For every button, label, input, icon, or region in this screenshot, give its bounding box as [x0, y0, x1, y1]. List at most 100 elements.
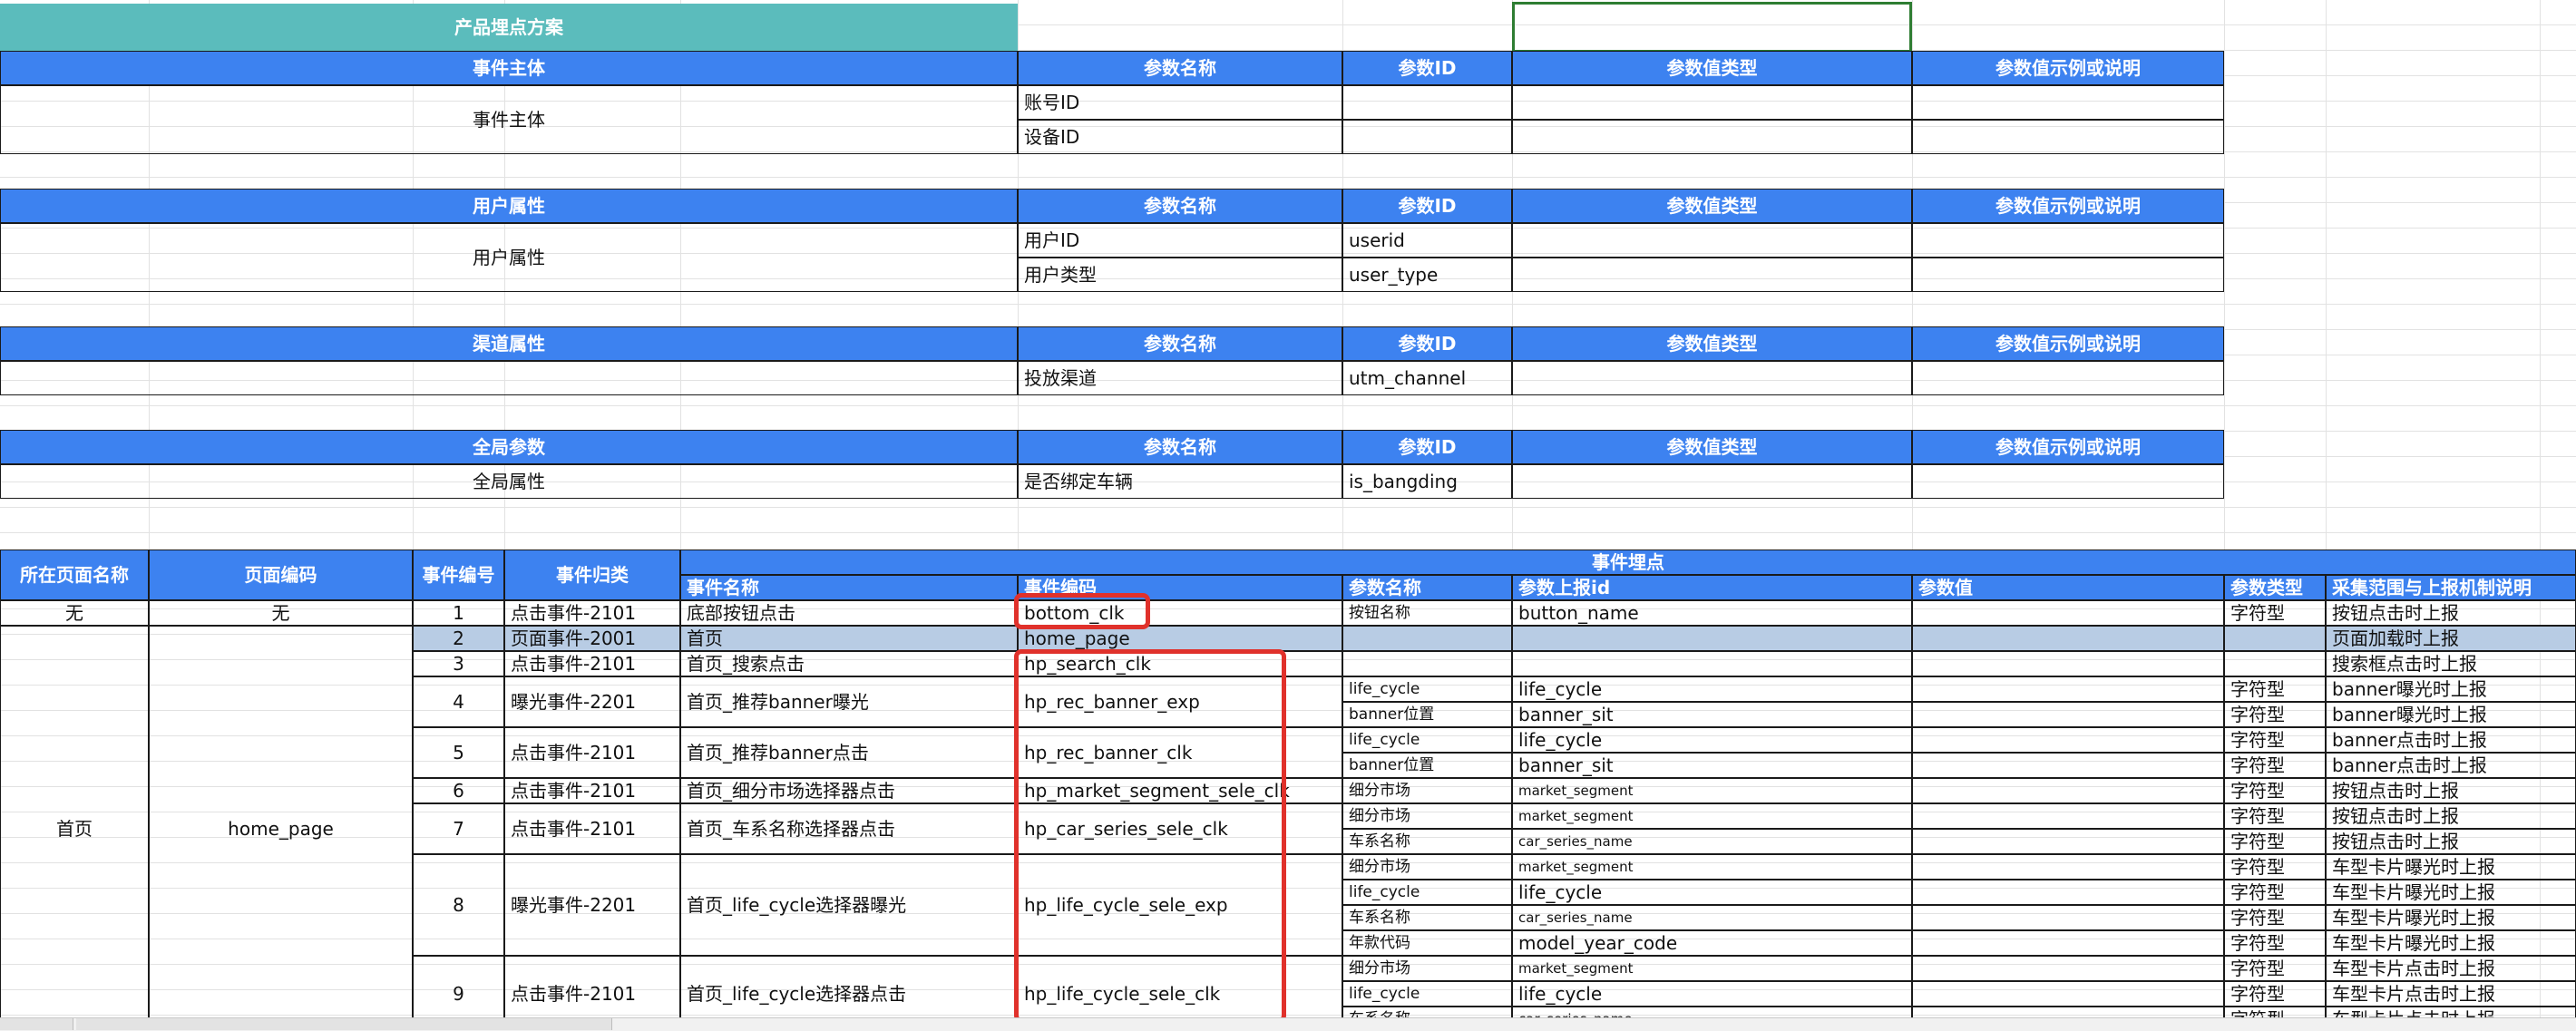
- selected-cell[interactable]: [1512, 2, 1912, 53]
- param-value-cell[interactable]: [1912, 803, 2224, 829]
- section-label[interactable]: 事件主体: [0, 85, 1018, 154]
- param-report-id-cell[interactable]: [1512, 626, 1912, 651]
- param-type-cell[interactable]: 字符型: [2224, 981, 2326, 1007]
- sheet-tab[interactable]: [76, 1018, 612, 1030]
- event-no-cell[interactable]: 1: [413, 600, 504, 626]
- param-type-cell[interactable]: 字符型: [2224, 803, 2326, 829]
- param-name-cell[interactable]: 细分市场: [1342, 956, 1512, 981]
- param-report-id-cell[interactable]: car_series_name: [1512, 905, 1912, 930]
- param-name-cell[interactable]: 车系名称: [1342, 829, 1512, 854]
- param-name-cell[interactable]: life_cycle: [1342, 981, 1512, 1007]
- section-label[interactable]: 全局属性: [0, 464, 1018, 499]
- collect-desc-cell[interactable]: 车型卡片曝光时上报: [2326, 880, 2576, 905]
- param-type-cell[interactable]: 字符型: [2224, 854, 2326, 880]
- param-type-cell[interactable]: [1512, 464, 1912, 499]
- param-report-id-cell[interactable]: market_segment: [1512, 778, 1912, 803]
- param-name-cell[interactable]: 用户ID: [1018, 223, 1342, 258]
- collect-desc-cell[interactable]: 按钮点击时上报: [2326, 803, 2576, 829]
- param-name-cell[interactable]: life_cycle: [1342, 880, 1512, 905]
- param-example-cell[interactable]: [1912, 120, 2224, 154]
- param-name-cell[interactable]: 投放渠道: [1018, 361, 1342, 395]
- param-id-cell[interactable]: [1342, 85, 1512, 120]
- collect-desc-cell[interactable]: 按钮点击时上报: [2326, 600, 2576, 626]
- param-name-cell[interactable]: [1342, 651, 1512, 676]
- section-header-type[interactable]: 参数值类型: [1512, 189, 1912, 223]
- param-value-cell[interactable]: [1912, 956, 2224, 981]
- collect-desc-cell[interactable]: 按钮点击时上报: [2326, 829, 2576, 854]
- header-page-code[interactable]: 页面编码: [149, 550, 413, 600]
- section-header-name[interactable]: 参数名称: [1018, 326, 1342, 361]
- param-value-cell[interactable]: [1912, 854, 2224, 880]
- collect-desc-cell[interactable]: banner点击时上报: [2326, 753, 2576, 778]
- section-header-type[interactable]: 参数值类型: [1512, 430, 1912, 464]
- param-type-cell[interactable]: 字符型: [2224, 702, 2326, 727]
- param-type-cell[interactable]: 字符型: [2224, 676, 2326, 702]
- collect-desc-cell[interactable]: banner曝光时上报: [2326, 676, 2576, 702]
- collect-desc-cell[interactable]: 页面加载时上报: [2326, 626, 2576, 651]
- event-category-cell[interactable]: 点击事件-2101: [504, 778, 680, 803]
- param-type-cell[interactable]: 字符型: [2224, 956, 2326, 981]
- event-no-cell[interactable]: 5: [413, 727, 504, 778]
- section-header-title[interactable]: 事件主体: [0, 51, 1018, 85]
- event-name-cell[interactable]: 首页_推荐banner曝光: [680, 676, 1018, 727]
- section-header-title[interactable]: 渠道属性: [0, 326, 1018, 361]
- spreadsheet-grid[interactable]: 产品埋点方案 事件主体 参数名称 参数ID 参数值类型 参数值示例或说明 事件主体 账号ID…: [0, 0, 2576, 1030]
- param-value-cell[interactable]: [1912, 905, 2224, 930]
- param-name-cell[interactable]: 用户类型: [1018, 258, 1342, 292]
- collect-desc-cell[interactable]: 车型卡片点击时上报: [2326, 981, 2576, 1007]
- param-value-cell[interactable]: [1912, 753, 2224, 778]
- param-report-id-cell[interactable]: button_name: [1512, 600, 1912, 626]
- param-value-cell[interactable]: [1912, 702, 2224, 727]
- param-value-cell[interactable]: [1912, 829, 2224, 854]
- page-code-cell[interactable]: home_page: [149, 626, 413, 1030]
- event-no-cell[interactable]: 4: [413, 676, 504, 727]
- param-value-cell[interactable]: [1912, 930, 2224, 956]
- event-name-cell[interactable]: 首页_车系名称选择器点击: [680, 803, 1018, 854]
- header-event-no[interactable]: 事件编号: [413, 550, 504, 600]
- section-label[interactable]: [0, 361, 1018, 395]
- param-type-cell[interactable]: [1512, 85, 1912, 120]
- param-value-cell[interactable]: [1912, 626, 2224, 651]
- param-name-cell[interactable]: life_cycle: [1342, 727, 1512, 753]
- event-category-cell[interactable]: 页面事件-2001: [504, 626, 680, 651]
- param-type-cell[interactable]: 字符型: [2224, 905, 2326, 930]
- param-name-cell[interactable]: 年款代码: [1342, 930, 1512, 956]
- param-report-id-cell[interactable]: life_cycle: [1512, 880, 1912, 905]
- section-header-title[interactable]: 全局参数: [0, 430, 1018, 464]
- param-report-id-cell[interactable]: model_year_code: [1512, 930, 1912, 956]
- event-name-cell[interactable]: 首页_推荐banner点击: [680, 727, 1018, 778]
- section-header-id[interactable]: 参数ID: [1342, 189, 1512, 223]
- section-label[interactable]: 用户属性: [0, 223, 1018, 292]
- param-name-cell[interactable]: 车系名称: [1342, 905, 1512, 930]
- header-param-report-id[interactable]: 参数上报id: [1512, 575, 1912, 600]
- param-value-cell[interactable]: [1912, 676, 2224, 702]
- page-name-cell[interactable]: 无: [0, 600, 149, 626]
- section-header-name[interactable]: 参数名称: [1018, 51, 1342, 85]
- event-category-cell[interactable]: 曝光事件-2201: [504, 854, 680, 956]
- param-id-cell[interactable]: [1342, 120, 1512, 154]
- param-type-cell[interactable]: [2224, 651, 2326, 676]
- param-report-id-cell[interactable]: life_cycle: [1512, 676, 1912, 702]
- section-header-example[interactable]: 参数值示例或说明: [1912, 326, 2224, 361]
- param-type-cell[interactable]: [1512, 223, 1912, 258]
- param-name-cell[interactable]: 细分市场: [1342, 854, 1512, 880]
- param-name-cell[interactable]: life_cycle: [1342, 676, 1512, 702]
- collect-desc-cell[interactable]: 车型卡片曝光时上报: [2326, 905, 2576, 930]
- event-category-cell[interactable]: 曝光事件-2201: [504, 676, 680, 727]
- param-name-cell[interactable]: 设备ID: [1018, 120, 1342, 154]
- param-report-id-cell[interactable]: banner_sit: [1512, 753, 1912, 778]
- event-no-cell[interactable]: 7: [413, 803, 504, 854]
- section-header-title[interactable]: 用户属性: [0, 189, 1018, 223]
- header-param-name[interactable]: 参数名称: [1342, 575, 1512, 600]
- event-category-cell[interactable]: 点击事件-2101: [504, 651, 680, 676]
- param-report-id-cell[interactable]: banner_sit: [1512, 702, 1912, 727]
- event-no-cell[interactable]: 8: [413, 854, 504, 956]
- event-name-cell[interactable]: 首页_细分市场选择器点击: [680, 778, 1018, 803]
- page-name-cell[interactable]: 首页: [0, 626, 149, 1030]
- param-type-cell[interactable]: 字符型: [2224, 880, 2326, 905]
- param-report-id-cell[interactable]: market_segment: [1512, 803, 1912, 829]
- collect-desc-cell[interactable]: banner曝光时上报: [2326, 702, 2576, 727]
- collect-desc-cell[interactable]: 搜索框点击时上报: [2326, 651, 2576, 676]
- collect-desc-cell[interactable]: 车型卡片曝光时上报: [2326, 930, 2576, 956]
- header-event-name[interactable]: 事件名称: [680, 575, 1018, 600]
